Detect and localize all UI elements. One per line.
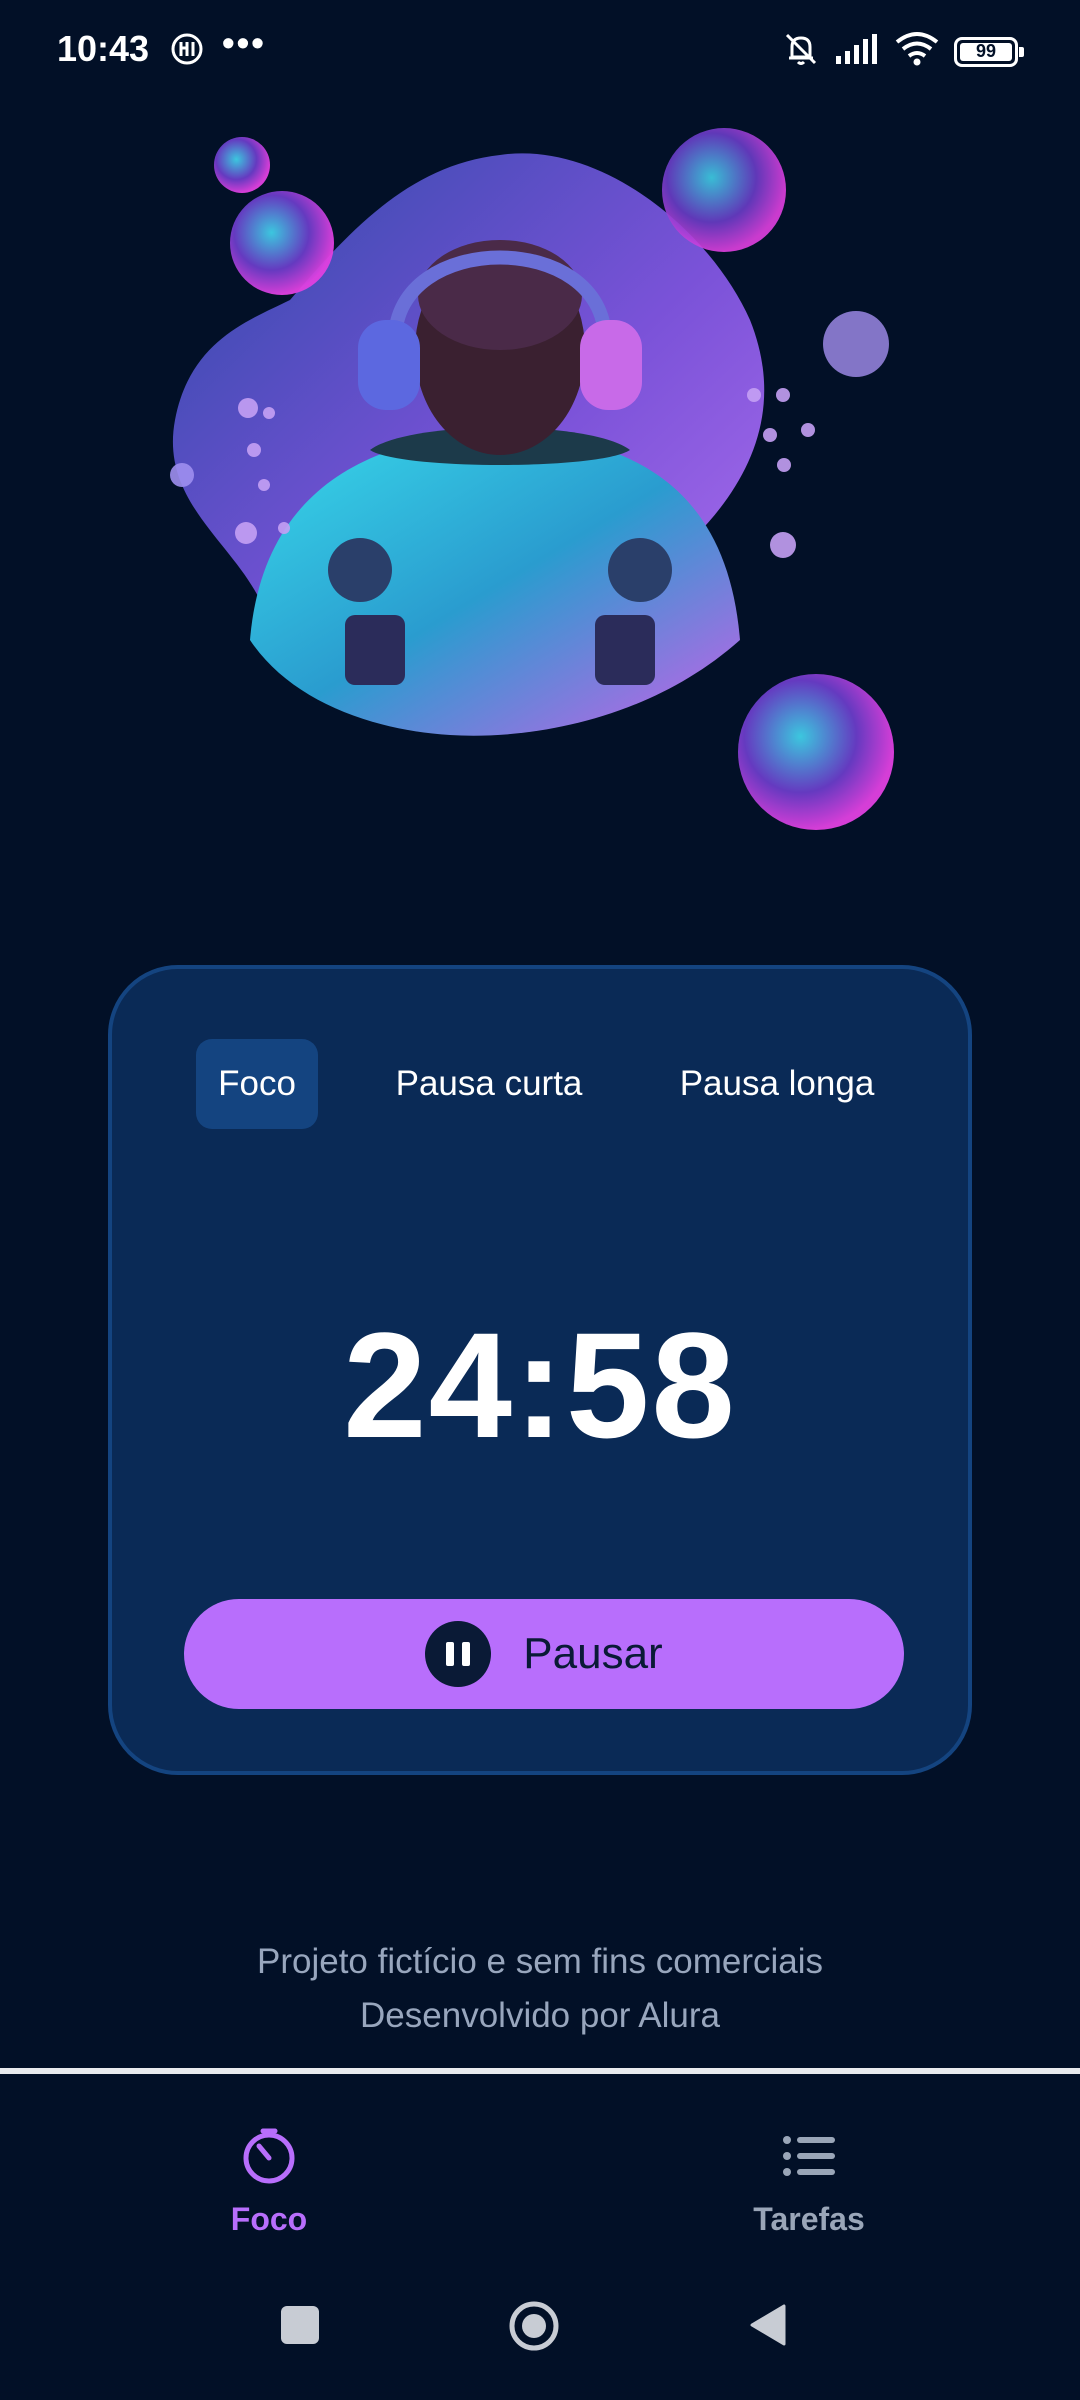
status-right-icons: 99 [782, 30, 1024, 73]
timer-icon [239, 2126, 299, 2191]
battery-level-text: 99 [975, 41, 997, 61]
status-bar: 10:43 ••• 99 [0, 0, 1080, 100]
status-time: 10:43 [57, 28, 150, 69]
more-notifications-indicator: ••• [222, 22, 266, 63]
mode-tabs: Foco Pausa curta Pausa longa [112, 1039, 968, 1129]
timer-display: 24:58 [343, 1301, 737, 1469]
back-icon[interactable] [748, 2302, 788, 2353]
pause-button-label: Pausar [523, 1629, 663, 1678]
battery-icon: 99 [954, 36, 1024, 67]
footer-developer: Desenvolvido por Alura [360, 1996, 720, 2035]
footer-credits: Projeto fictício e sem fins comerciais D… [0, 1935, 1080, 2043]
wifi-icon [894, 30, 940, 73]
signal-icon [834, 32, 880, 71]
pause-icon [425, 1621, 492, 1687]
footer-disclaimer: Projeto fictício e sem fins comerciais [256, 1942, 823, 1981]
recents-icon[interactable] [281, 2306, 319, 2344]
bottom-nav: Foco Tarefas [0, 2074, 1080, 2254]
tab-foco[interactable]: Foco [196, 1039, 318, 1129]
system-nav-bar [0, 2254, 1080, 2400]
timer-card: Foco Pausa curta Pausa longa 24:58 Pausa… [108, 965, 972, 1775]
pause-button[interactable]: Pausar [184, 1599, 904, 1709]
list-icon [779, 2126, 839, 2191]
nav-label-foco: Foco [230, 2201, 308, 2237]
nav-item-foco[interactable]: Foco [169, 2126, 369, 2238]
tab-pausa-longa[interactable]: Pausa longa [652, 1039, 902, 1129]
hero-illustration [170, 120, 910, 860]
tab-pausa-curta[interactable]: Pausa curta [374, 1039, 604, 1129]
home-icon[interactable] [508, 2300, 560, 2352]
mute-bell-icon [782, 30, 820, 73]
nav-label-tarefas: Tarefas [753, 2201, 865, 2237]
app-screen: 10:43 ••• 99 Foco Pausa curta Pausa long… [0, 0, 1080, 2400]
nav-item-tarefas[interactable]: Tarefas [709, 2126, 909, 2238]
notification-icon [170, 32, 204, 71]
